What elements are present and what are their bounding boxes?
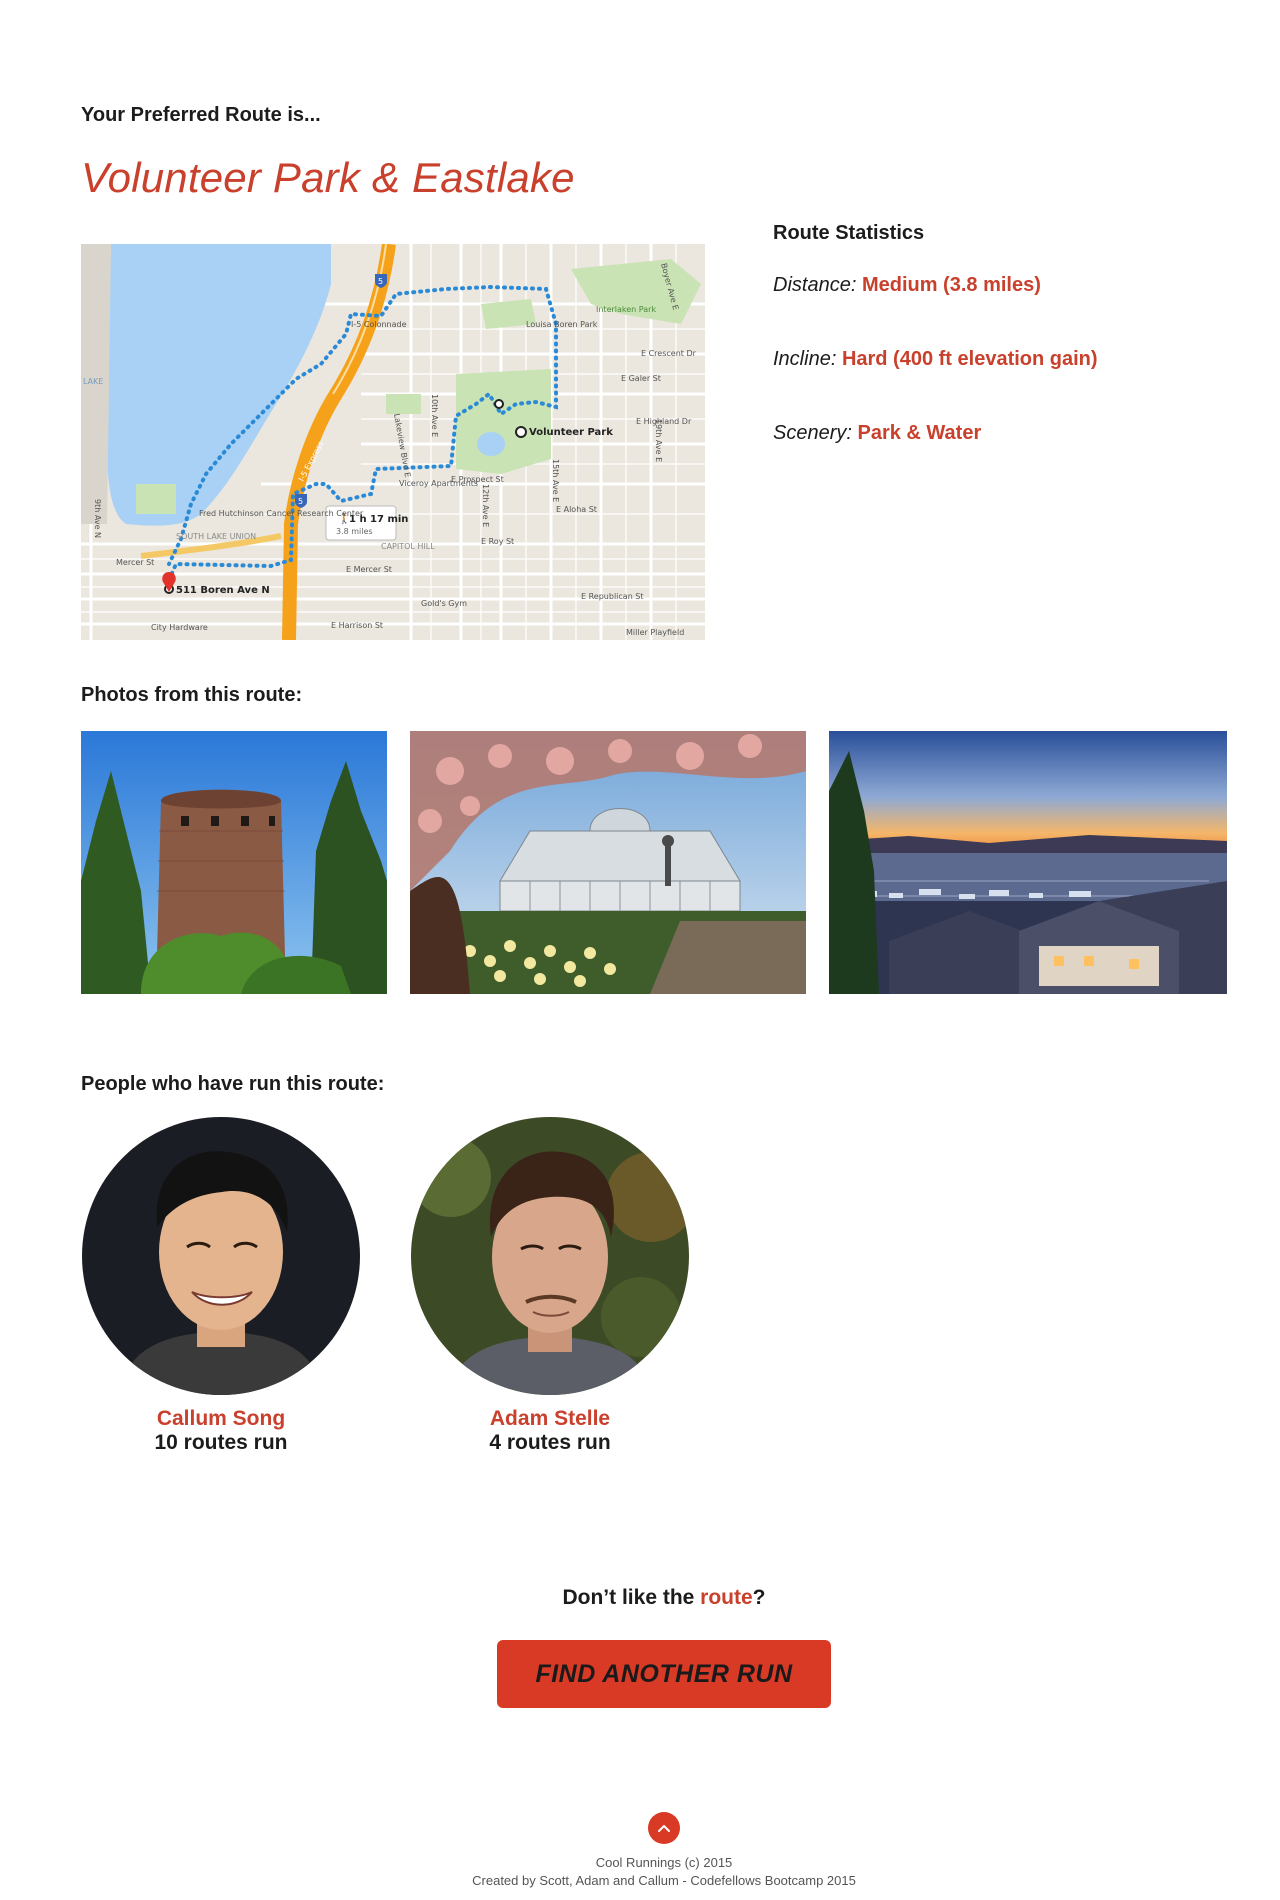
dislike-prompt: Don’t like the route? <box>0 1586 1280 1610</box>
map-label-st1: Mercer St <box>116 558 154 567</box>
footer-credits: Created by Scott, Adam and Callum - Code… <box>472 1873 856 1888</box>
map-label-poi2: Gold's Gym <box>421 599 467 608</box>
map-label-poi1: Viceroy Apartments <box>399 479 478 488</box>
runner-card[interactable]: Callum Song 10 routes run <box>81 1117 361 1455</box>
map-label-lake: LAKE <box>83 377 103 386</box>
map-label-st4: E Roy St <box>481 537 514 546</box>
photo-lake-sunset[interactable] <box>829 731 1227 994</box>
dislike-suffix: ? <box>752 1586 766 1609</box>
map-label-park3: Interlaken Park <box>596 305 656 314</box>
route-name: Volunteer Park & Eastlake <box>81 154 575 201</box>
map-label-poi4: Miller Playfield <box>626 628 684 637</box>
map-label-st8: E Galer St <box>621 374 661 383</box>
svg-text:5: 5 <box>298 497 303 506</box>
dislike-prefix: Don’t like the <box>562 1586 701 1609</box>
stat-scenery-label: Scenery: <box>773 422 852 444</box>
map-label-st10: E Crescent Dr <box>641 349 697 358</box>
svg-text:5: 5 <box>378 277 383 286</box>
stat-incline-value: Hard (400 ft elevation gain) <box>841 348 1098 370</box>
stat-incline: Incline: Hard (400 ft elevation gain) <box>773 347 1213 371</box>
runner-name[interactable]: Adam Stelle <box>410 1407 690 1431</box>
people-title: People who have run this route: <box>81 1073 385 1095</box>
photo-conservatory[interactable] <box>410 731 806 994</box>
stat-incline-label: Incline: <box>773 348 837 370</box>
map-label-ave1: 10th Ave E <box>430 394 439 437</box>
avatar <box>411 1117 689 1395</box>
runner-card[interactable]: Adam Stelle 4 routes run <box>410 1117 690 1455</box>
chevron-up-icon <box>658 1825 670 1832</box>
map-label-ave6: 9th Ave N <box>93 499 102 538</box>
map-label-st2: E Aloha St <box>556 505 597 514</box>
map-label-colonnade: I-5 Colonnade <box>351 320 407 329</box>
route-map[interactable]: 🚶 1 h 17 min 3.8 miles Volunteer Park 51… <box>81 244 705 640</box>
photos-title: Photos from this route: <box>81 684 303 706</box>
stats-title: Route Statistics <box>773 222 925 244</box>
stat-distance-label: Distance: <box>773 274 857 296</box>
stat-distance: Distance: Medium (3.8 miles) <box>773 273 1213 297</box>
footer: Cool Runnings (c) 2015 Created by Scott,… <box>0 1854 1280 1890</box>
map-distance: 3.8 miles <box>336 527 373 536</box>
map-label-st5: E Mercer St <box>346 565 392 574</box>
map-label-st7: E Harrison St <box>331 621 383 630</box>
stat-distance-value: Medium (3.8 miles) <box>861 274 1041 296</box>
pre-title: Your Preferred Route is... <box>81 104 321 126</box>
runner-route-count: 10 routes run <box>154 1431 288 1454</box>
map-graphic: 🚶 1 h 17 min 3.8 miles Volunteer Park 51… <box>81 244 705 640</box>
route-link[interactable]: route <box>700 1586 753 1609</box>
map-label-hospital: Fred Hutchinson Cancer Research Center <box>199 509 364 518</box>
map-label-ave2: 12th Ave E <box>481 484 490 527</box>
map-label-neighborhood2: CAPITOL HILL <box>381 542 435 551</box>
map-label-neighborhood1: SOUTH LAKE UNION <box>176 532 256 541</box>
stat-scenery: Scenery: Park & Water <box>773 421 1213 445</box>
photo-water-tower[interactable] <box>81 731 387 994</box>
map-label-origin: 511 Boren Ave N <box>176 585 270 596</box>
stat-scenery-value: Park & Water <box>857 422 982 444</box>
back-to-top-button[interactable] <box>648 1812 680 1844</box>
map-label-destination: Volunteer Park <box>529 427 613 438</box>
footer-copyright: Cool Runnings (c) 2015 <box>595 1855 733 1870</box>
map-label-ave3: 15th Ave E <box>551 459 560 502</box>
route-statistics: Route Statistics Distance: Medium (3.8 m… <box>773 222 1213 495</box>
find-another-run-button[interactable]: FIND ANOTHER RUN <box>497 1640 831 1708</box>
map-label-ave4: 19th Ave E <box>654 419 663 462</box>
map-label-park2: Louisa Boren Park <box>526 320 598 329</box>
runner-name[interactable]: Callum Song <box>81 1407 361 1431</box>
map-label-poi3: City Hardware <box>151 623 208 632</box>
runner-route-count: 4 routes run <box>489 1431 611 1454</box>
avatar <box>82 1117 360 1395</box>
map-label-st6: E Republican St <box>581 592 644 601</box>
